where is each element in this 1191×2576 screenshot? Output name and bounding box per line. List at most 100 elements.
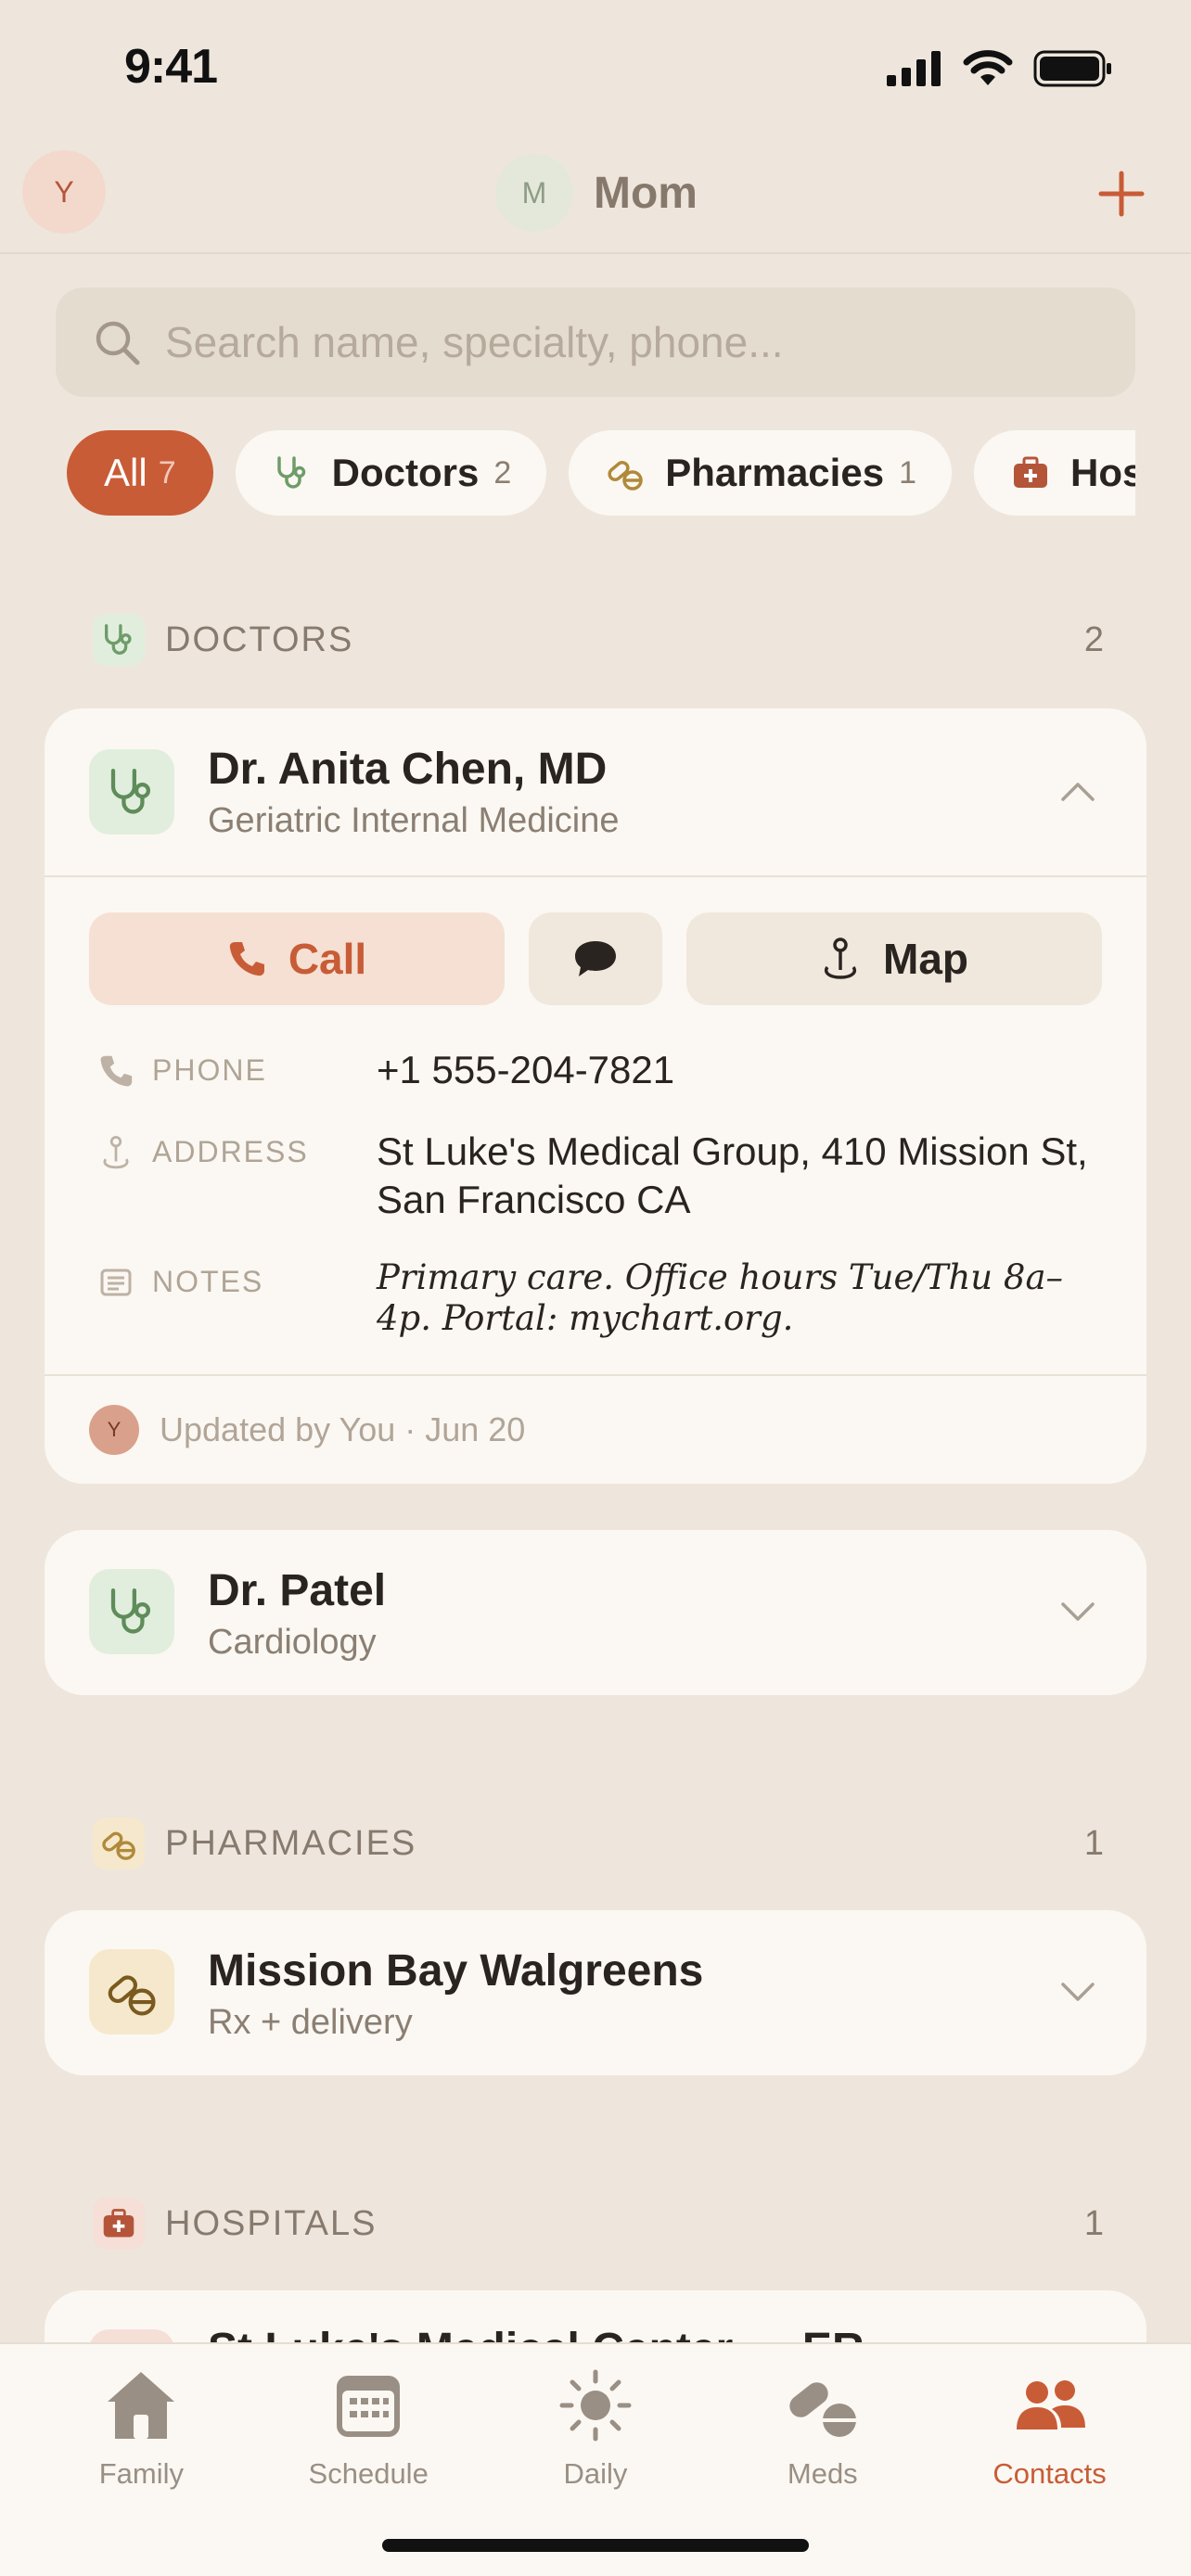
updater-avatar: Y — [89, 1405, 139, 1455]
filter-chip-hospitals[interactable]: Hospitals 1 — [973, 430, 1135, 516]
message-button[interactable] — [529, 912, 662, 1005]
contact-card-patel[interactable]: Dr. Patel Cardiology — [45, 1530, 1146, 1695]
contact-details: PHONE +1 555-204-7821 ADDRESS St Luke's … — [45, 1005, 1146, 1339]
section-count: 1 — [1083, 1823, 1104, 1863]
contact-name: Dr. Patel — [208, 1566, 387, 1615]
medkit-icon — [103, 2209, 134, 2238]
contact-specialty: Cardiology — [208, 1623, 377, 1662]
section-title: PHARMACIES — [165, 1823, 417, 1863]
contact-card-header[interactable]: Dr. Anita Chen, MD Geriatric Internal Me… — [45, 708, 1146, 875]
user-avatar[interactable]: Y — [22, 150, 106, 234]
section-badge — [93, 614, 145, 666]
contact-card-header[interactable]: Dr. Patel Cardiology — [45, 1530, 1146, 1697]
search-input[interactable] — [165, 317, 1093, 367]
pill-icon — [606, 453, 645, 492]
detail-label-text: PHONE — [152, 1053, 267, 1087]
updated-footer: Y Updated by You · Jun 20 — [45, 1374, 1146, 1484]
chip-count: 7 — [158, 454, 176, 491]
detail-label: NOTES — [89, 1257, 377, 1339]
battery-icon — [1033, 50, 1111, 87]
filter-chips: All 7 Doctors 2 Pharmacies 1 Hospitals 1 — [0, 430, 1135, 517]
updated-text: Updated by You · Jun 20 — [160, 1410, 526, 1448]
phone-icon — [229, 942, 264, 976]
map-pin-icon — [824, 937, 857, 979]
profile-name: Mom — [594, 168, 698, 218]
section-title: HOSPITALS — [165, 2203, 378, 2243]
map-button[interactable]: Map — [686, 912, 1102, 1005]
contact-specialty: Geriatric Internal Medicine — [208, 801, 620, 840]
tab-label: Daily — [563, 2457, 628, 2490]
contact-card-header[interactable]: Mission Bay Walgreens Rx + delivery — [45, 1910, 1146, 2077]
detail-label-text: ADDRESS — [152, 1135, 309, 1168]
section-count: 2 — [1083, 619, 1104, 659]
status-bar: 9:41 — [0, 0, 1191, 139]
section-header-doctors: DOCTORS 2 — [93, 614, 1104, 666]
chip-count: 2 — [493, 454, 512, 491]
calendar-icon — [337, 2376, 401, 2437]
filter-chip-doctors[interactable]: Doctors 2 — [235, 430, 547, 516]
stethoscope-icon — [273, 453, 312, 492]
detail-label-text: NOTES — [152, 1265, 264, 1298]
search-icon — [96, 321, 140, 365]
stethoscope-icon — [110, 1588, 151, 1634]
section-badge — [93, 2198, 145, 2250]
address[interactable]: St Luke's Medical Group, 410 Mission St,… — [377, 1128, 1102, 1224]
contact-card-walgreens[interactable]: Mission Bay Walgreens Rx + delivery — [45, 1910, 1146, 2075]
chevron-up-icon[interactable] — [1054, 768, 1102, 816]
tab-label: Contacts — [992, 2457, 1107, 2490]
pill-icon — [108, 1975, 156, 2016]
phone-icon — [100, 1055, 133, 1087]
contact-actions: Call Map — [45, 877, 1146, 1005]
add-contact-button[interactable] — [1089, 161, 1154, 226]
tab-schedule[interactable]: Schedule — [266, 2365, 470, 2491]
map-pin-icon — [103, 1135, 129, 1169]
tab-label: Meds — [787, 2457, 858, 2490]
detail-row-notes: NOTES Primary care. Office hours Tue/Thu… — [89, 1257, 1102, 1339]
sun-icon — [559, 2369, 632, 2442]
section-header-hospitals: HOSPITALS 1 — [93, 2198, 1104, 2250]
notes-icon — [100, 1269, 132, 1296]
tab-label: Family — [98, 2457, 185, 2490]
contact-card-chen: Dr. Anita Chen, MD Geriatric Internal Me… — [45, 708, 1146, 1484]
filter-chip-all[interactable]: All 7 — [67, 430, 213, 516]
medkit-icon — [1011, 453, 1050, 492]
house-icon — [108, 2372, 175, 2439]
profile-switcher[interactable]: M Mom — [495, 154, 698, 232]
profile-avatar: M — [495, 154, 573, 232]
pills-icon — [789, 2382, 856, 2437]
tab-family[interactable]: Family — [39, 2365, 243, 2491]
stethoscope-icon — [105, 624, 132, 655]
stethoscope-icon — [110, 769, 151, 814]
tab-label: Schedule — [308, 2457, 429, 2490]
chip-label: Pharmacies — [665, 451, 885, 494]
chevron-down-icon[interactable] — [1054, 1968, 1102, 2016]
search-bar[interactable] — [56, 287, 1135, 397]
tab-daily[interactable]: Daily — [493, 2365, 698, 2491]
tab-contacts[interactable]: Contacts — [948, 2365, 1152, 2491]
plus-icon — [1098, 171, 1145, 217]
chip-label: All — [104, 451, 147, 494]
section-header-pharmacies: PHARMACIES 1 — [93, 1817, 1104, 1869]
contact-name: Dr. Anita Chen, MD — [208, 745, 608, 794]
section-count: 1 — [1083, 2203, 1104, 2243]
map-button-label: Map — [883, 935, 968, 983]
chip-count: 1 — [899, 454, 916, 491]
section-badge — [93, 1817, 145, 1869]
detail-row-phone: PHONE +1 555-204-7821 — [89, 1046, 1102, 1094]
tab-meds[interactable]: Meds — [721, 2365, 925, 2491]
notes-text: Primary care. Office hours Tue/Thu 8a–4p… — [377, 1257, 1063, 1338]
phone-number[interactable]: +1 555-204-7821 — [377, 1046, 1102, 1094]
header: Y M Mom — [0, 139, 1191, 254]
detail-label: PHONE — [89, 1046, 377, 1094]
section-title: DOCTORS — [165, 619, 354, 659]
filter-chip-pharmacies[interactable]: Pharmacies 1 — [569, 430, 952, 516]
status-icons — [887, 50, 1113, 87]
contact-type-badge — [89, 1569, 174, 1654]
cellular-signal-icon — [887, 51, 941, 86]
pill-icon — [102, 1831, 135, 1860]
contact-name: Mission Bay Walgreens — [208, 1946, 704, 1996]
detail-row-address: ADDRESS St Luke's Medical Group, 410 Mis… — [89, 1128, 1102, 1224]
call-button[interactable]: Call — [89, 912, 505, 1005]
call-button-label: Call — [288, 935, 367, 983]
chevron-down-icon[interactable] — [1054, 1588, 1102, 1636]
